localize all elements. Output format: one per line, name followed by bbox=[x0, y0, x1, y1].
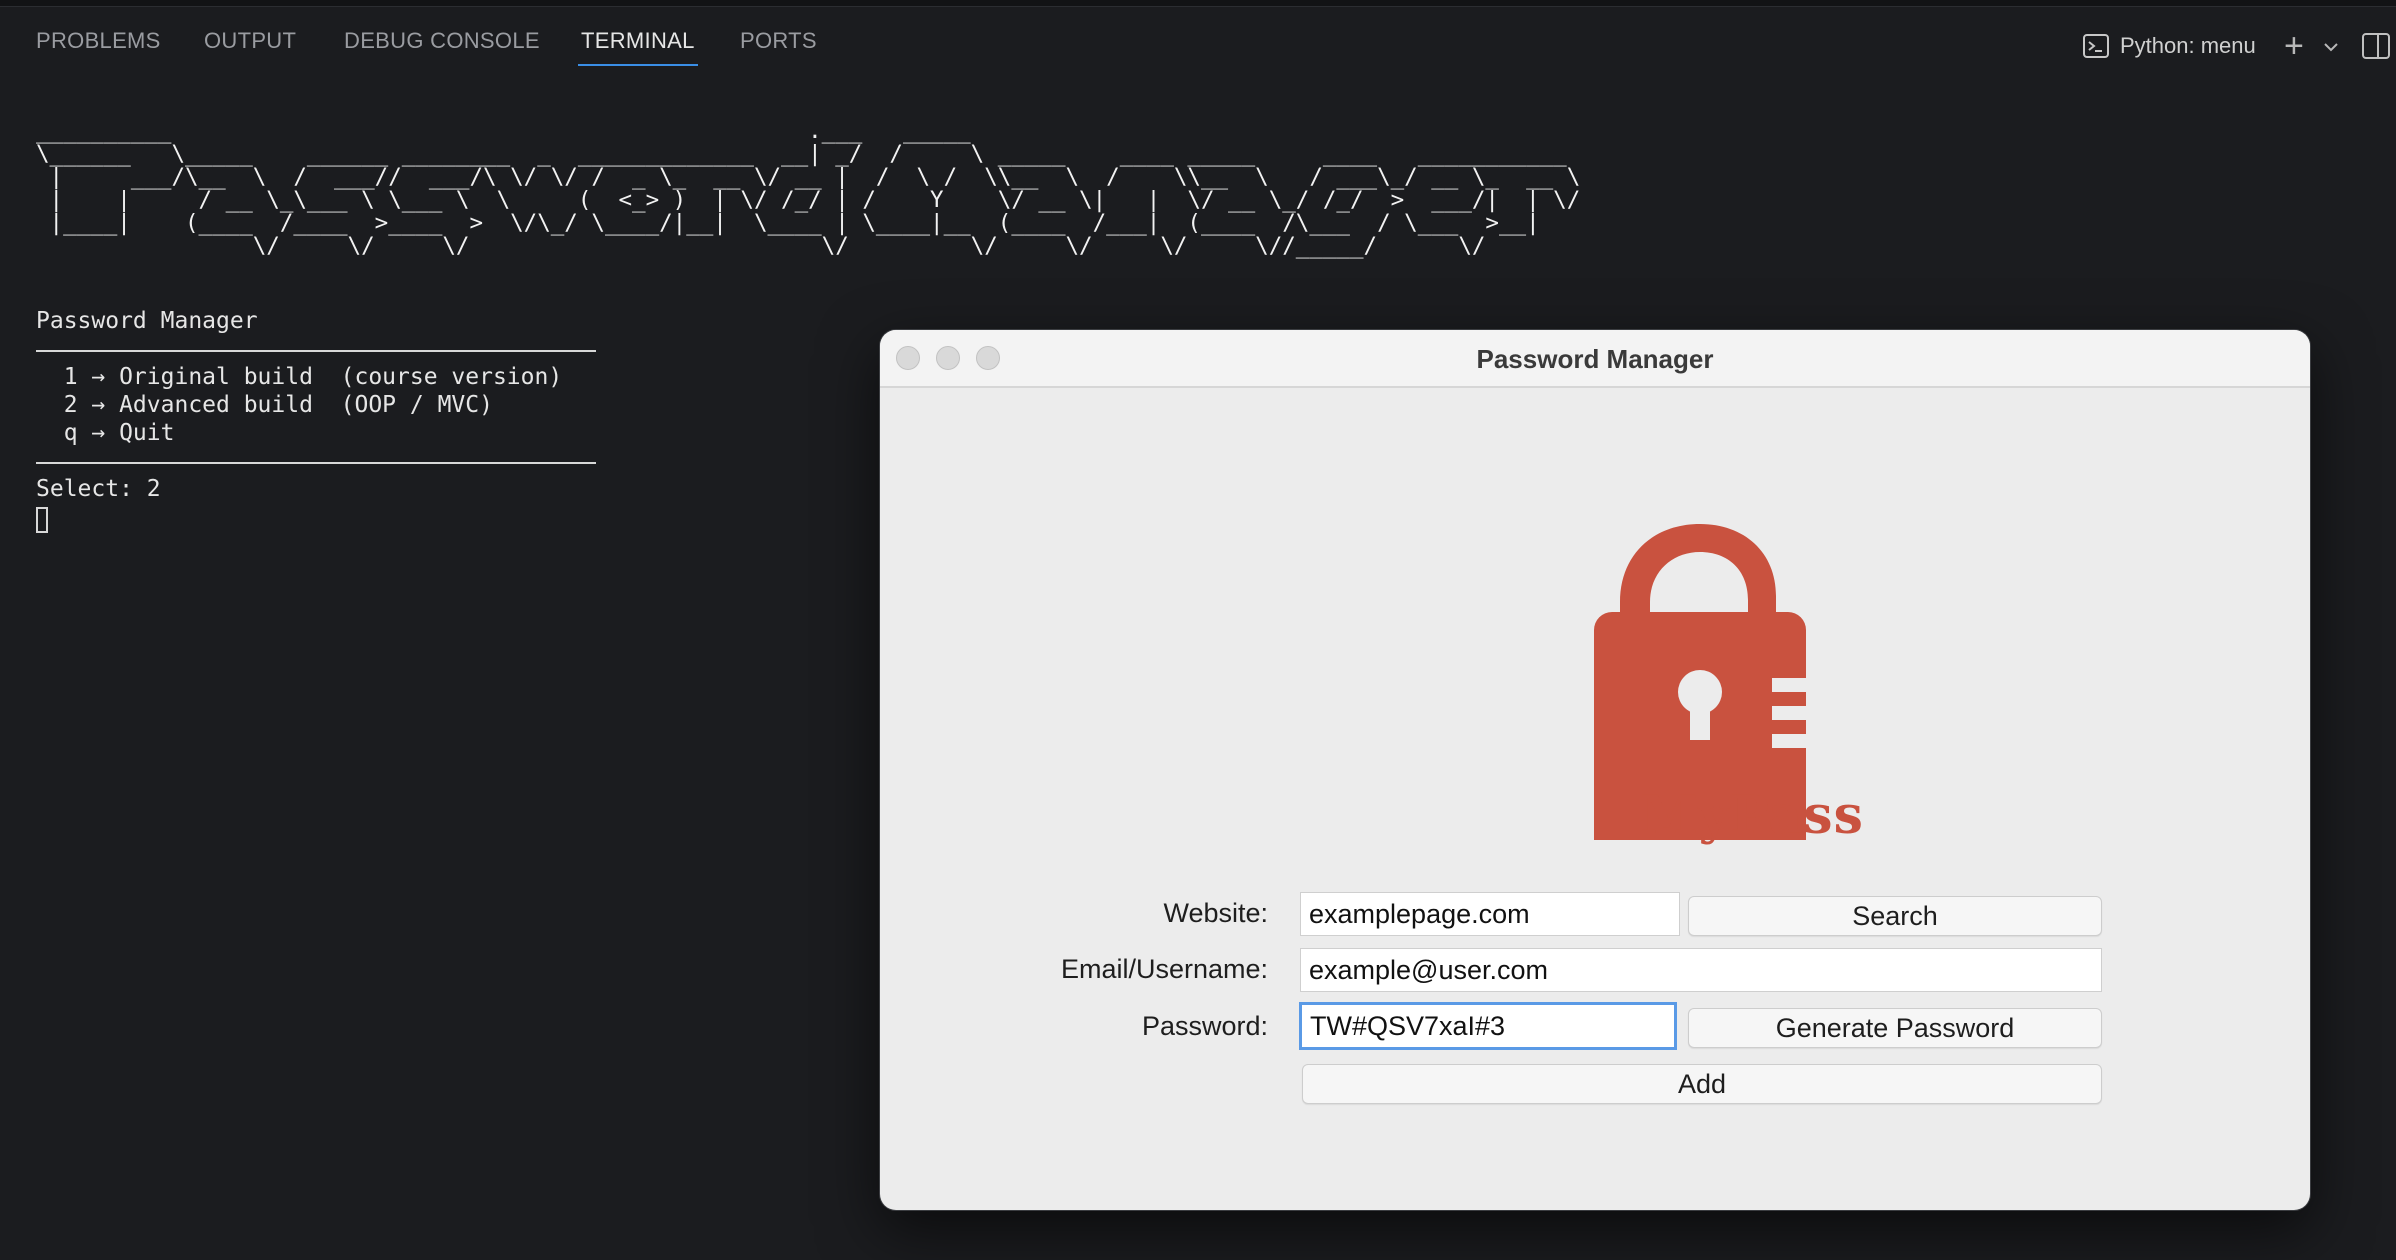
email-label: Email/Username: bbox=[1060, 954, 1268, 984]
terminal-selector-label: Python: menu bbox=[2120, 33, 2256, 58]
password-manager-window: Password Manager MyPass Website: Search … bbox=[880, 330, 2310, 1210]
terminal-ascii-banner: __________ .___ _____ \______ \_____ ___… bbox=[36, 120, 1580, 258]
panel-tab-bar: PROBLEMS OUTPUT DEBUG CONSOLE TERMINAL P… bbox=[0, 6, 2396, 76]
active-tab-indicator bbox=[578, 64, 698, 66]
menu-divider-bottom bbox=[36, 462, 596, 464]
menu-title: Password Manager bbox=[36, 308, 258, 334]
terminal-prompt: Select: 2 bbox=[36, 476, 161, 502]
tab-terminal[interactable]: TERMINAL bbox=[581, 28, 695, 54]
tab-output[interactable]: OUTPUT bbox=[204, 28, 296, 54]
tab-ports[interactable]: PORTS bbox=[740, 28, 817, 54]
window-title: Password Manager bbox=[1476, 344, 1714, 374]
website-input[interactable] bbox=[1300, 892, 1680, 936]
website-label: Website: bbox=[1163, 898, 1268, 928]
search-button[interactable]: Search bbox=[1688, 896, 2102, 936]
menu-option-2: 2 → Advanced build (OOP / MVC) bbox=[36, 392, 493, 418]
menu-option-quit: q → Quit bbox=[36, 420, 175, 446]
chevron-down-icon[interactable] bbox=[2320, 36, 2342, 58]
add-button[interactable]: Add bbox=[1302, 1064, 2102, 1104]
split-panel-icon[interactable] bbox=[2360, 30, 2392, 62]
menu-divider-top bbox=[36, 350, 596, 352]
menu-option-1: 1 → Original build (course version) bbox=[36, 364, 563, 390]
password-label: Password: bbox=[1141, 1011, 1268, 1041]
terminal-cursor[interactable] bbox=[36, 507, 48, 533]
ascii-art-title: __________ .___ _____ \______ \_____ ___… bbox=[36, 118, 1581, 259]
generate-password-button[interactable]: Generate Password bbox=[1688, 1008, 2102, 1048]
terminal-icon bbox=[2083, 34, 2109, 58]
tab-debug-console[interactable]: DEBUG CONSOLE bbox=[344, 28, 540, 54]
tab-problems[interactable]: PROBLEMS bbox=[36, 28, 161, 54]
new-terminal-plus-icon[interactable]: + bbox=[2284, 26, 2318, 66]
email-input[interactable] bbox=[1300, 948, 2102, 992]
terminal-selector[interactable]: Python: menu bbox=[2082, 26, 2292, 66]
logo-text: MyPass bbox=[1640, 785, 1864, 846]
password-input[interactable] bbox=[1299, 1002, 1677, 1050]
window-titlebar[interactable]: Password Manager bbox=[880, 330, 2310, 388]
